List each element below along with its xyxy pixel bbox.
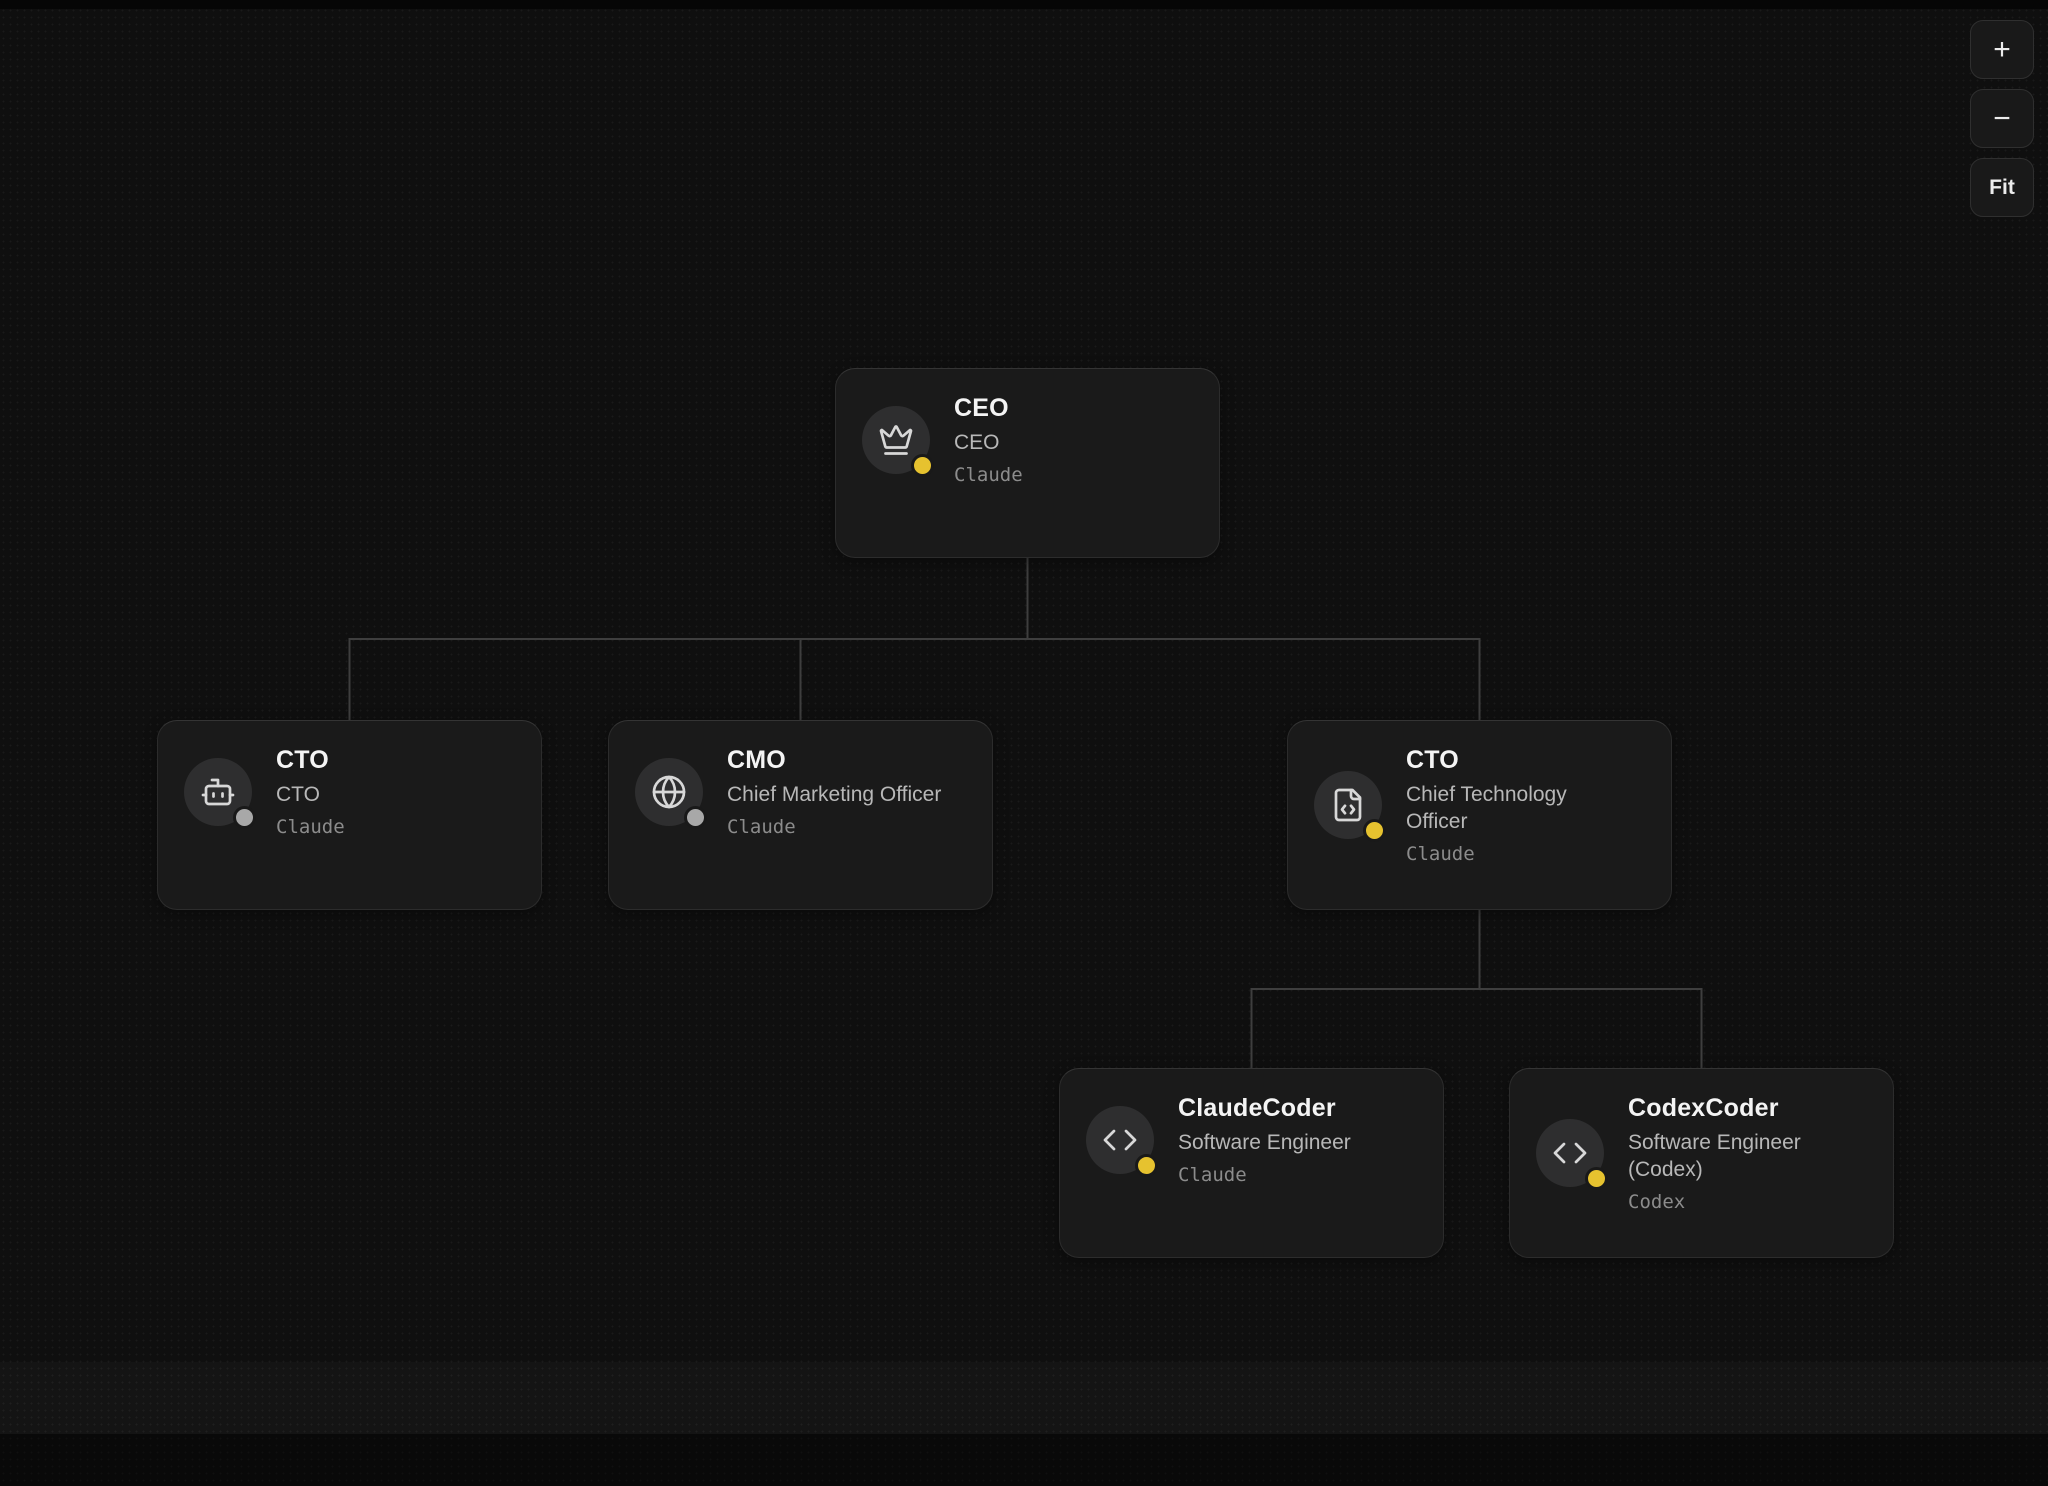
edge-ceo-cmo [801, 558, 1028, 720]
org-node-ceo[interactable]: CEO CEO Claude [835, 368, 1220, 558]
zoom-out-button[interactable]: − [1970, 89, 2034, 148]
status-dot [911, 454, 934, 477]
org-node-cto2[interactable]: CTO Chief Technology Officer Claude [1287, 720, 1672, 910]
node-agent: Claude [954, 464, 1023, 486]
zoom-controls: + − Fit [1970, 20, 2034, 217]
node-text: CEO CEO Claude [954, 393, 1023, 486]
status-dot [233, 806, 256, 829]
node-content-row: CodexCoder Software Engineer (Codex) Cod… [1536, 1093, 1867, 1213]
node-agent: Codex [1628, 1191, 1843, 1213]
node-content-row: CEO CEO Claude [862, 393, 1193, 486]
node-role: Software Engineer [1178, 1129, 1351, 1156]
node-agent: Claude [276, 816, 345, 838]
zoom-in-button[interactable]: + [1970, 20, 2034, 79]
fit-view-button[interactable]: Fit [1970, 158, 2034, 217]
node-content-row: ClaudeCoder Software Engineer Claude [1086, 1093, 1417, 1186]
globe-icon [651, 774, 687, 810]
edge-cto2-codexcoder [1480, 910, 1702, 1068]
avatar [1086, 1106, 1154, 1174]
bot-icon [200, 774, 236, 810]
node-text: CTO CTO Claude [276, 745, 345, 838]
node-agent: Claude [1178, 1164, 1351, 1186]
node-role: CEO [954, 429, 1023, 456]
status-dot [1585, 1167, 1608, 1190]
node-text: CMO Chief Marketing Officer Claude [727, 745, 941, 838]
node-content-row: CMO Chief Marketing Officer Claude [635, 745, 966, 838]
node-text: ClaudeCoder Software Engineer Claude [1178, 1093, 1351, 1186]
node-title: CEO [954, 393, 1023, 423]
node-content-row: CTO CTO Claude [184, 745, 515, 838]
avatar [862, 406, 930, 474]
code-icon [1102, 1122, 1138, 1158]
node-agent: Claude [1406, 843, 1621, 865]
node-role: Software Engineer (Codex) [1628, 1129, 1843, 1183]
node-text: CodexCoder Software Engineer (Codex) Cod… [1628, 1093, 1843, 1213]
edge-cto2-claudecoder [1252, 910, 1480, 1068]
status-dot [684, 806, 707, 829]
node-agent: Claude [727, 816, 941, 838]
node-title: CMO [727, 745, 941, 775]
org-node-codexcoder[interactable]: CodexCoder Software Engineer (Codex) Cod… [1509, 1068, 1894, 1258]
file-code-icon [1330, 787, 1366, 823]
node-title: CTO [276, 745, 345, 775]
crown-icon [878, 422, 914, 458]
node-text: CTO Chief Technology Officer Claude [1406, 745, 1621, 865]
node-title: CodexCoder [1628, 1093, 1843, 1123]
org-chart-canvas[interactable]: CEO CEO Claude CTO CTO Claude CMO [0, 0, 2048, 1486]
node-role: Chief Marketing Officer [727, 781, 941, 808]
avatar [635, 758, 703, 826]
node-role: CTO [276, 781, 345, 808]
status-dot [1135, 1154, 1158, 1177]
node-title: CTO [1406, 745, 1621, 775]
avatar [184, 758, 252, 826]
avatar [1314, 771, 1382, 839]
node-content-row: CTO Chief Technology Officer Claude [1314, 745, 1645, 865]
status-dot [1363, 819, 1386, 842]
org-node-cto[interactable]: CTO CTO Claude [157, 720, 542, 910]
avatar [1536, 1119, 1604, 1187]
edge-ceo-cto2 [1028, 558, 1480, 720]
node-title: ClaudeCoder [1178, 1093, 1351, 1123]
org-node-cmo[interactable]: CMO Chief Marketing Officer Claude [608, 720, 993, 910]
node-role: Chief Technology Officer [1406, 781, 1621, 835]
code-icon [1552, 1135, 1588, 1171]
org-node-claudecoder[interactable]: ClaudeCoder Software Engineer Claude [1059, 1068, 1444, 1258]
